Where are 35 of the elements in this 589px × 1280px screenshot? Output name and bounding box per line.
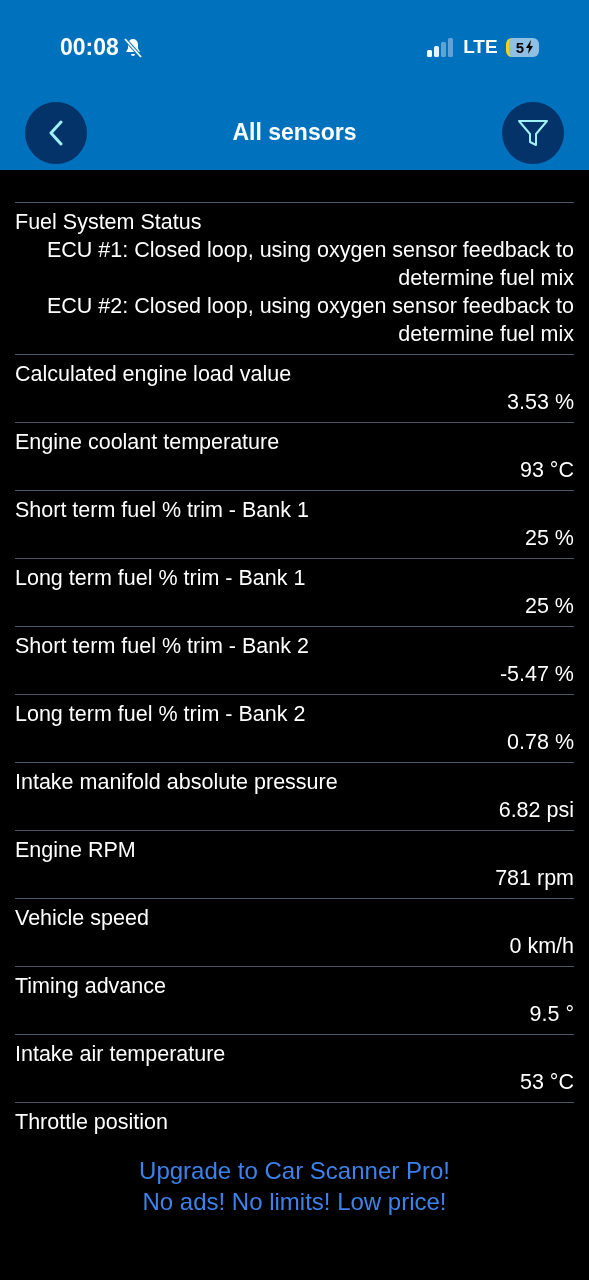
sensor-value: 9.5 ° <box>529 1002 574 1026</box>
sensor-name: Fuel System Status <box>15 209 202 236</box>
sensor-name: Short term fuel % trim - Bank 2 <box>15 633 309 660</box>
sensor-value: 93 °C <box>520 458 574 482</box>
sensor-name: Calculated engine load value <box>15 361 292 388</box>
sensor-name: Timing advance <box>15 973 166 1000</box>
sensor-name: Vehicle speed <box>15 905 149 932</box>
sensor-value: ECU #1: Closed loop, using oxygen sensor feedback to determine fuel mix <box>45 237 574 292</box>
sensor-value: 0.78 % <box>507 730 574 754</box>
muted-bell-icon <box>122 36 143 59</box>
screen-title: All sensors <box>232 118 357 148</box>
battery-icon: 5 <box>505 38 539 57</box>
signal-icon <box>427 37 456 58</box>
sensor-value: 53 °C <box>520 1070 574 1094</box>
sensor-name: Intake air temperature <box>15 1041 226 1068</box>
sensor-value: 25 % <box>525 526 574 550</box>
network-label: LTE <box>463 35 498 60</box>
upgrade-link[interactable]: No ads! No limits! Low price! <box>142 1188 447 1215</box>
sensor-name: Short term fuel % trim - Bank 1 <box>15 497 309 524</box>
sensor-value: ECU #2: Closed loop, using oxygen sensor feedback to determine fuel mix <box>45 293 574 348</box>
sensor-name: Throttle position <box>15 1109 168 1136</box>
sensor-value: 3.53 % <box>507 390 574 414</box>
sensor-name: Engine RPM <box>15 837 136 864</box>
sensor-name: Engine coolant temperature <box>15 429 280 456</box>
sensor-value: 6.82 psi <box>498 798 574 822</box>
sensor-value: 781 rpm <box>495 866 574 890</box>
sensor-value: -5.47 % <box>499 662 574 686</box>
back-icon <box>48 119 64 146</box>
sensor-name: Long term fuel % trim - Bank 1 <box>15 565 306 592</box>
sensor-value: 25 % <box>525 594 574 618</box>
sensor-name: Intake manifold absolute pressure <box>15 769 338 796</box>
sensor-name: Long term fuel % trim - Bank 2 <box>15 701 306 728</box>
upgrade-link[interactable]: Upgrade to Car Scanner Pro! <box>139 1157 450 1184</box>
sensor-value: 0 km/h <box>509 934 574 958</box>
status-time: 00:08 <box>60 33 119 63</box>
